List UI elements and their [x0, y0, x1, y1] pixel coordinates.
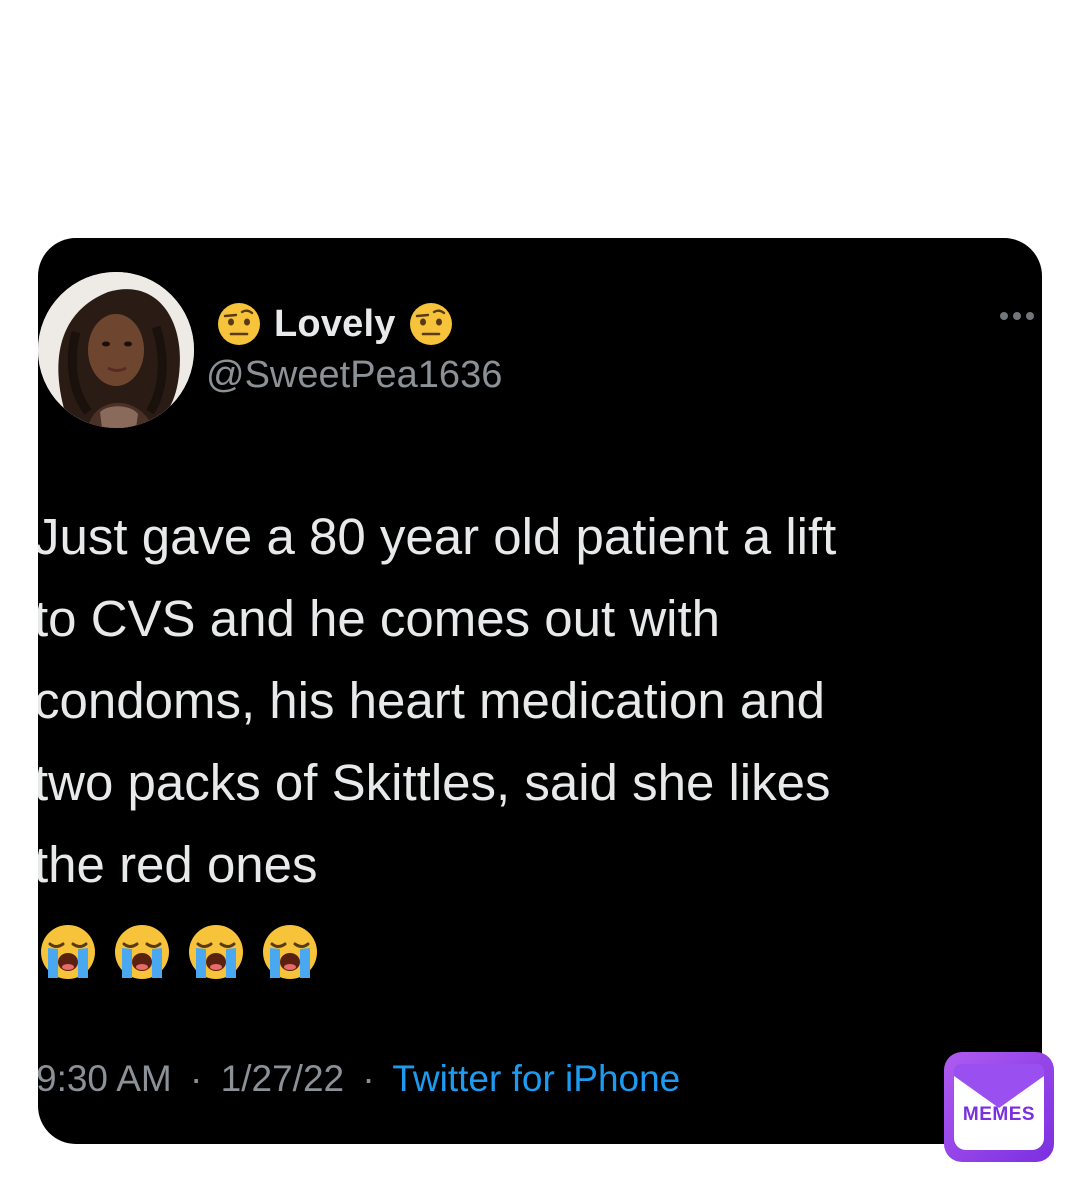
tweet-time[interactable]: 9:30 AM — [38, 1058, 172, 1099]
emoji-row — [38, 922, 320, 982]
tweet-date[interactable]: 1/27/22 — [221, 1058, 344, 1099]
tweet-text: Just gave a 80 year old patient a lift t… — [38, 508, 837, 893]
tweet-card: Lovely @SweetPea1636 Just gave a 80 year… — [38, 238, 1042, 1144]
more-dot — [1013, 312, 1021, 320]
memes-label: MEMES — [962, 1104, 1036, 1125]
separator: · — [362, 1058, 375, 1099]
user-handle[interactable]: @SweetPea1636 — [206, 354, 502, 397]
author-name-row[interactable]: Lovely — [216, 296, 454, 352]
more-dot — [1026, 312, 1034, 320]
loudly-crying-face-icon — [112, 922, 172, 982]
face-with-raised-eyebrow-icon — [216, 301, 262, 347]
display-name: Lovely — [274, 302, 396, 345]
loudly-crying-face-icon — [38, 922, 98, 982]
loudly-crying-face-icon — [186, 922, 246, 982]
face-with-raised-eyebrow-icon — [408, 301, 454, 347]
memes-watermark-badge[interactable]: MEMES — [944, 1052, 1054, 1162]
avatar[interactable] — [38, 272, 194, 428]
tweet-metadata: 9:30 AM · 1/27/22 · Twitter for iPhone — [38, 1058, 680, 1100]
separator: · — [190, 1058, 203, 1099]
loudly-crying-face-icon — [260, 922, 320, 982]
tweet-source-link[interactable]: Twitter for iPhone — [392, 1058, 680, 1099]
more-options-icon[interactable] — [996, 302, 1038, 330]
more-dot — [1000, 312, 1008, 320]
